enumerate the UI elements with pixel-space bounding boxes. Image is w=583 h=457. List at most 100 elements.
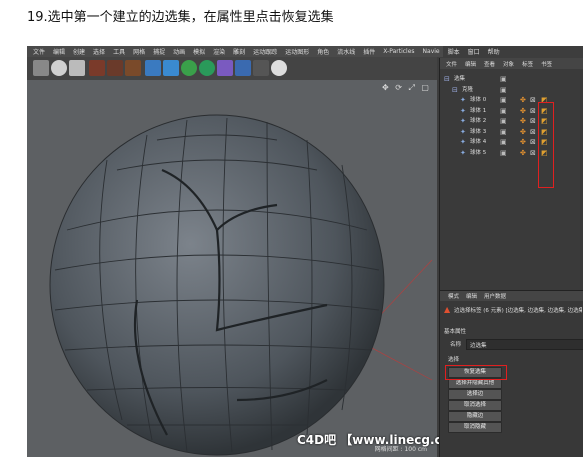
visibility-icon[interactable]: ▣ xyxy=(500,74,507,84)
object-name: 选集 xyxy=(454,76,466,82)
menu-item[interactable]: 捕捉 xyxy=(153,47,165,56)
menu-item[interactable]: 帮助 xyxy=(488,47,500,56)
menu-item[interactable]: X-Particles xyxy=(383,48,414,55)
object-name: 球体 5 xyxy=(470,149,487,156)
3d-viewport[interactable]: ✥ ⟳ ⤢ ▢ 网格间距 : 100 cm xyxy=(27,80,437,457)
step-caption: 19.选中第一个建立的边选集，在属性里点击恢复选集 xyxy=(27,10,334,25)
selection-action-button[interactable]: 选择边 xyxy=(448,389,502,400)
visibility-icon[interactable]: ▣ xyxy=(500,127,507,137)
object-tab[interactable]: 书签 xyxy=(541,60,552,68)
name-label: 名称 xyxy=(450,342,462,348)
attribute-manager: 模式 编辑 用户数据 ▲ 边选择标签 (6 元素) [边选集, 边选集, 边选集, … xyxy=(440,290,583,457)
render-icon[interactable] xyxy=(107,60,123,76)
object-row[interactable]: ✦ 球体 2 ▣ ✤ ⊠ ◩ xyxy=(440,116,583,126)
subdivision-icon[interactable] xyxy=(181,60,197,76)
menu-item[interactable]: 模拟 xyxy=(193,47,205,56)
attribute-tab[interactable]: 用户数据 xyxy=(484,292,506,300)
menu-item[interactable]: 文件 xyxy=(33,47,45,56)
object-tab[interactable]: 查看 xyxy=(484,60,495,68)
menu-item[interactable]: 编辑 xyxy=(53,47,65,56)
object-row[interactable]: ✦ 球体 4 ▣ ✤ ⊠ ◩ xyxy=(440,137,583,147)
redo-icon[interactable] xyxy=(51,60,67,76)
render-view-icon[interactable] xyxy=(89,60,105,76)
visibility-icon[interactable]: ▣ xyxy=(500,116,507,126)
menu-item[interactable]: 窗口 xyxy=(468,47,480,56)
object-name: 球体 0 xyxy=(470,97,487,103)
object-tab[interactable]: 标签 xyxy=(522,60,533,68)
name-field[interactable]: 边选集 xyxy=(466,339,583,350)
selection-action-button[interactable]: 取消选择 xyxy=(448,400,502,411)
undo-icon[interactable] xyxy=(33,60,49,76)
material-tag-icon[interactable]: ⊠ xyxy=(530,116,536,126)
attribute-tab[interactable]: 模式 xyxy=(448,292,459,300)
object-row[interactable]: ✦ 球体 5 ▣ ✤ ⊠ ◩ xyxy=(440,148,583,158)
object-manager-tabs: 文件 编辑 查看 对象 标签 书签 xyxy=(440,58,583,69)
material-tag-icon[interactable]: ⊠ xyxy=(530,148,536,158)
material-tag-icon[interactable]: ⊠ xyxy=(530,127,536,137)
menu-item[interactable]: 雕刻 xyxy=(233,47,245,56)
name-value: 边选集 xyxy=(470,343,487,349)
menu-item[interactable]: Navie xyxy=(423,48,440,55)
object-tab[interactable]: 对象 xyxy=(503,60,514,68)
visibility-icon[interactable]: ▣ xyxy=(500,85,507,95)
menu-item[interactable]: 工具 xyxy=(113,47,125,56)
menu-item[interactable]: 运动图形 xyxy=(285,47,309,56)
menu-item[interactable]: 插件 xyxy=(363,47,375,56)
attribute-tabs: 模式 编辑 用户数据 xyxy=(440,291,583,301)
camera-icon[interactable] xyxy=(253,60,269,76)
c4d-window: 文件 编辑 创建 选择 工具 网格 捕捉 动画 模拟 渲染 雕刻 运动跟踪 运动图形 角色 流水线 插件 X-P… xyxy=(27,46,583,457)
toolbar xyxy=(27,57,437,81)
menu-item[interactable]: 渲染 xyxy=(213,47,225,56)
object-row[interactable]: ⊟ 克隆 ▣ xyxy=(440,85,583,95)
menu-item[interactable]: 创建 xyxy=(73,47,85,56)
menu-item[interactable]: 流水线 xyxy=(337,47,355,56)
phong-tag-icon[interactable]: ✤ xyxy=(520,106,526,116)
visibility-icon[interactable]: ▣ xyxy=(500,148,507,158)
object-tab[interactable]: 编辑 xyxy=(465,60,476,68)
subsection-title: 选择 xyxy=(448,357,460,363)
selection-action-button[interactable]: 取消隐藏 xyxy=(448,422,502,433)
attribute-header: 边选择标签 (6 元素) [边选集, 边选集, 边选集, 边选集, 边选集, 边… xyxy=(454,308,582,314)
object-row[interactable]: ⊟ 选集 ▣ xyxy=(440,74,583,84)
visibility-icon[interactable]: ▣ xyxy=(500,106,507,116)
viewport-nav-icons[interactable]: ✥ ⟳ ⤢ ▢ xyxy=(382,83,431,93)
phong-tag-icon[interactable]: ✤ xyxy=(520,95,526,105)
object-row[interactable]: ✦ 球体 0 ▣ ✤ ⊠ ◩ xyxy=(440,95,583,105)
sphere-object-icon: ✦ xyxy=(460,148,466,157)
floor-icon[interactable] xyxy=(235,60,251,76)
object-tab[interactable]: 文件 xyxy=(446,60,457,68)
select-icon[interactable] xyxy=(69,60,85,76)
phong-tag-icon[interactable]: ✤ xyxy=(520,127,526,137)
menu-item[interactable]: 选择 xyxy=(93,47,105,56)
sphere-object-icon: ✦ xyxy=(460,127,466,136)
null-object-icon: ⊟ xyxy=(452,85,458,94)
pen-icon[interactable] xyxy=(163,60,179,76)
null-object-icon: ⊟ xyxy=(444,75,450,83)
phong-tag-icon[interactable]: ✤ xyxy=(520,137,526,147)
material-tag-icon[interactable]: ⊠ xyxy=(530,106,536,116)
material-tag-icon[interactable]: ⊠ xyxy=(530,95,536,105)
render-settings-icon[interactable] xyxy=(125,60,141,76)
object-row[interactable]: ✦ 球体 1 ▣ ✤ ⊠ ◩ xyxy=(440,106,583,116)
menu-item[interactable]: 脚本 xyxy=(448,47,460,56)
menu-item[interactable]: 动画 xyxy=(173,47,185,56)
visibility-icon[interactable]: ▣ xyxy=(500,137,507,147)
cube-icon[interactable] xyxy=(145,60,161,76)
menu-item[interactable]: 角色 xyxy=(317,47,329,56)
material-tag-icon[interactable]: ⊠ xyxy=(530,137,536,147)
menu-item[interactable]: 网格 xyxy=(133,47,145,56)
visibility-icon[interactable]: ▣ xyxy=(500,95,507,105)
array-icon[interactable] xyxy=(199,60,215,76)
light-icon[interactable] xyxy=(271,60,287,76)
phong-tag-icon[interactable]: ✤ xyxy=(520,148,526,158)
menu-item[interactable]: 运动跟踪 xyxy=(253,47,277,56)
deformer-icon[interactable] xyxy=(217,60,233,76)
object-row[interactable]: ✦ 球体 3 ▣ ✤ ⊠ ◩ xyxy=(440,127,583,137)
selection-tags-highlight xyxy=(538,102,554,188)
phong-tag-icon[interactable]: ✤ xyxy=(520,116,526,126)
selection-action-button[interactable]: 隐藏边 xyxy=(448,411,502,422)
sphere-object-icon: ✦ xyxy=(460,96,466,104)
attribute-tab[interactable]: 编辑 xyxy=(466,292,477,300)
object-name: 球体 3 xyxy=(470,128,487,135)
restore-selection-highlight xyxy=(445,365,507,380)
